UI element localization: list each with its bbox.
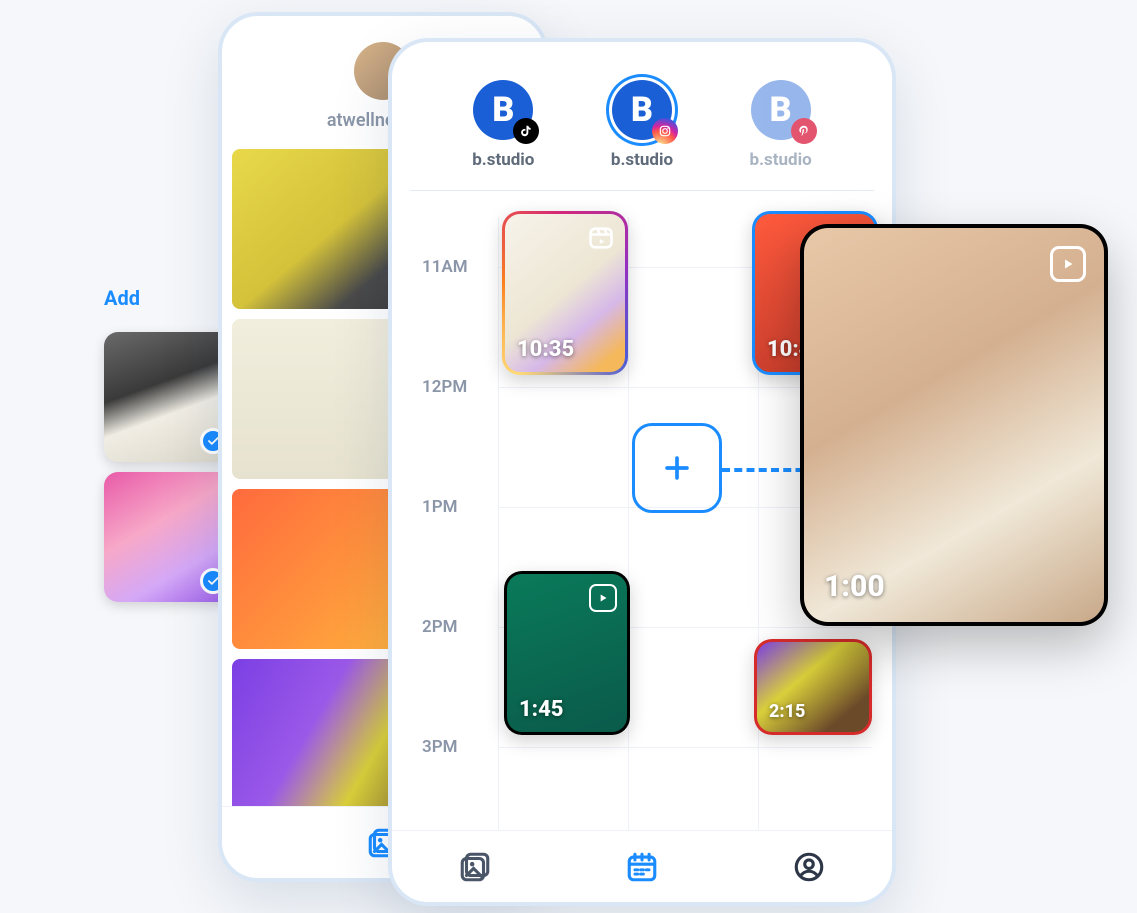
pinterest-badge-icon <box>791 118 817 144</box>
calendar-tab-icon[interactable] <box>621 846 663 888</box>
media-thumb-1[interactable] <box>104 332 234 462</box>
account-name: b.studio <box>750 150 812 170</box>
scheduler-tabbar <box>392 830 892 902</box>
account-selector: B b.studio B b.studio B <box>410 70 874 191</box>
account-name: b.studio <box>611 150 673 170</box>
media-thumb-2[interactable] <box>104 472 234 602</box>
gallery-tab-icon[interactable] <box>454 846 496 888</box>
scheduled-post-card[interactable]: 1:45 <box>504 571 630 735</box>
post-time-label: 2:15 <box>769 701 805 722</box>
time-label: 12PM <box>422 377 467 397</box>
time-label: 11AM <box>422 257 468 277</box>
time-label: 1PM <box>422 497 458 517</box>
post-preview-card[interactable]: 1:00 <box>800 224 1108 626</box>
time-label: 2PM <box>422 617 458 637</box>
media-picker-panel: Add <box>104 286 234 612</box>
scheduled-post-card[interactable]: 10:35 <box>502 211 628 375</box>
profile-tab-icon[interactable] <box>788 846 830 888</box>
tiktok-badge-icon <box>513 118 539 144</box>
play-icon <box>1050 246 1086 282</box>
add-post-slot[interactable] <box>632 423 722 513</box>
play-icon <box>589 584 617 612</box>
account-instagram[interactable]: B b.studio <box>611 80 673 170</box>
account-pinterest[interactable]: B b.studio <box>750 80 812 170</box>
post-time-label: 1:00 <box>824 569 885 604</box>
account-name: b.studio <box>472 150 534 170</box>
instagram-badge-icon <box>652 118 678 144</box>
scheduled-post-card[interactable]: 2:15 <box>754 639 872 735</box>
post-time-label: 10:35 <box>517 337 574 362</box>
post-time-label: 1:45 <box>519 697 563 722</box>
media-picker-title: Add <box>104 286 234 310</box>
time-label: 3PM <box>422 737 458 757</box>
reel-icon <box>587 224 615 256</box>
account-tiktok[interactable]: B b.studio <box>472 80 534 170</box>
